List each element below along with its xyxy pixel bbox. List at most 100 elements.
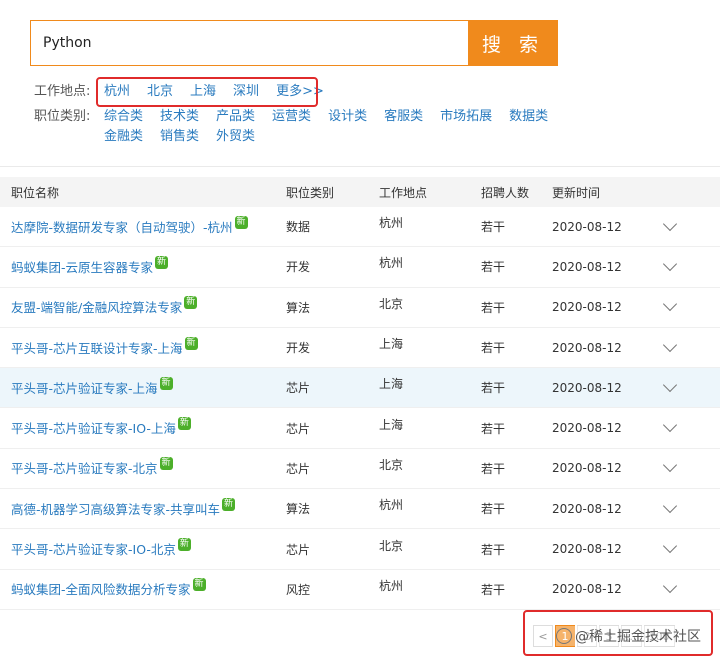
table-row[interactable]: 蚂蚁集团-云原生容器专家新开发 杭州 若干 2020-08-12 [0, 247, 720, 288]
job-title-cell: 蚂蚁集团-全面风险数据分析专家新 [11, 578, 297, 599]
job-date: 2020-08-12 [552, 259, 622, 274]
job-date: 2020-08-12 [552, 582, 622, 597]
chevron-down-icon [662, 538, 678, 554]
category-filter-label: 职位类别: [34, 109, 91, 124]
search-bar: 搜 索 [30, 20, 558, 66]
table-row[interactable]: 高德-机器学习高级算法专家-共享叫车新算法 杭州 若干 2020-08-12 [0, 489, 720, 530]
job-title-cell: 达摩院-数据研发专家（自动驾驶）-杭州新 [11, 215, 297, 237]
table-row[interactable]: 平头哥-芯片验证专家-IO-北京新芯片 北京 若干 2020-08-12 [0, 529, 720, 570]
expand-toggle[interactable] [650, 377, 690, 393]
job-category: 芯片 [286, 421, 311, 436]
job-count: 若干 [481, 542, 506, 557]
table-row[interactable]: 平头哥-芯片验证专家-北京新芯片 北京 若干 2020-08-12 [0, 449, 720, 490]
job-title-link[interactable]: 蚂蚁集团-云原生容器专家 [11, 260, 153, 275]
job-date: 2020-08-12 [552, 542, 622, 557]
chevron-down-icon [662, 216, 678, 231]
expand-toggle[interactable] [650, 256, 690, 272]
expand-toggle[interactable] [650, 538, 690, 554]
chevron-down-icon [662, 377, 678, 392]
table-row[interactable]: 平头哥-芯片互联设计专家-上海新开发 上海 若干 2020-08-12 [0, 328, 720, 369]
job-date: 2020-08-12 [552, 501, 622, 516]
job-count: 若干 [481, 502, 506, 517]
job-location: 上海 [379, 417, 404, 432]
job-title-link[interactable]: 平头哥-芯片验证专家-北京 [11, 461, 158, 476]
category-filter-row2: 金融类 销售类 外贸类 [104, 127, 272, 147]
location-highlight-box [96, 77, 318, 107]
new-badge: 新 [234, 215, 248, 229]
job-location: 杭州 [379, 578, 404, 593]
new-badge: 新 [155, 255, 169, 269]
job-title-link[interactable]: 平头哥-芯片验证专家-上海 [11, 381, 158, 396]
job-title-cell: 平头哥-芯片验证专家-IO-北京新 [11, 538, 297, 559]
table-header: 职位名称 职位类别 工作地点 招聘人数 更新时间 [0, 177, 720, 207]
expand-toggle[interactable] [650, 216, 690, 232]
expand-toggle[interactable] [650, 297, 690, 312]
job-count: 若干 [481, 300, 506, 315]
job-category: 芯片 [286, 542, 311, 557]
category-item[interactable]: 技术类 [160, 107, 199, 127]
job-category: 算法 [286, 300, 311, 315]
search-button[interactable]: 搜 索 [468, 20, 558, 66]
new-badge: 新 [192, 578, 206, 592]
job-category: 风控 [286, 582, 311, 597]
job-count: 若干 [481, 220, 506, 235]
job-location: 杭州 [379, 216, 404, 231]
job-title-link[interactable]: 平头哥-芯片互联设计专家-上海 [11, 341, 183, 356]
job-location: 北京 [379, 538, 404, 553]
job-title-cell: 平头哥-芯片验证专家-上海新 [11, 376, 297, 398]
table-row[interactable]: 平头哥-芯片验证专家-IO-上海新芯片 上海 若干 2020-08-12 [0, 408, 720, 449]
category-item[interactable]: 产品类 [216, 107, 255, 127]
new-badge: 新 [222, 497, 236, 511]
category-item[interactable]: 客服类 [384, 107, 423, 127]
job-title-link[interactable]: 平头哥-芯片验证专家-IO-北京 [11, 542, 176, 557]
job-count: 若干 [481, 381, 506, 396]
category-item[interactable]: 综合类 [104, 107, 143, 127]
new-badge: 新 [159, 376, 173, 390]
category-item[interactable]: 销售类 [160, 127, 199, 147]
job-location: 上海 [379, 337, 404, 352]
category-item[interactable]: 运营类 [272, 107, 311, 127]
category-item[interactable]: 数据类 [509, 107, 548, 127]
pagination-highlight-box [523, 610, 713, 656]
expand-toggle[interactable] [650, 458, 690, 473]
expand-toggle[interactable] [650, 498, 690, 514]
job-date: 2020-08-12 [552, 421, 622, 436]
new-badge: 新 [177, 417, 191, 431]
job-title-link[interactable]: 高德-机器学习高级算法专家-共享叫车 [11, 502, 220, 517]
chevron-down-icon [662, 418, 678, 433]
job-category: 开发 [286, 260, 311, 275]
chevron-down-icon [662, 256, 678, 272]
category-item[interactable]: 金融类 [104, 127, 143, 147]
header-count: 招聘人数 [481, 185, 530, 200]
search-input[interactable] [30, 20, 468, 66]
table-row[interactable]: 平头哥-芯片验证专家-上海新芯片 上海 若干 2020-08-12 [0, 368, 720, 409]
job-date: 2020-08-12 [552, 461, 622, 476]
new-badge: 新 [184, 296, 198, 310]
job-date: 2020-08-12 [552, 219, 622, 234]
category-item[interactable]: 设计类 [328, 107, 367, 127]
new-badge: 新 [159, 457, 173, 471]
job-count: 若干 [481, 461, 506, 476]
job-title-cell: 平头哥-芯片互联设计专家-上海新 [11, 336, 297, 358]
expand-toggle[interactable] [650, 337, 690, 353]
chevron-down-icon [662, 297, 678, 312]
category-item[interactable]: 市场拓展 [440, 107, 492, 127]
job-date: 2020-08-12 [552, 340, 622, 355]
category-item[interactable]: 外贸类 [216, 127, 255, 147]
job-title-cell: 蚂蚁集团-云原生容器专家新 [11, 255, 297, 277]
table-row[interactable]: 达摩院-数据研发专家（自动驾驶）-杭州新数据 杭州 若干 2020-08-12 [0, 207, 720, 248]
job-title-cell: 高德-机器学习高级算法专家-共享叫车新 [11, 497, 297, 519]
job-date: 2020-08-12 [552, 380, 622, 395]
job-title-cell: 友盟-端智能/金融风控算法专家新 [11, 296, 297, 317]
new-badge: 新 [184, 336, 198, 350]
job-title-link[interactable]: 平头哥-芯片验证专家-IO-上海 [11, 421, 176, 436]
job-title-link[interactable]: 蚂蚁集团-全面风险数据分析专家 [11, 582, 191, 597]
job-title-link[interactable]: 达摩院-数据研发专家（自动驾驶）-杭州 [11, 220, 233, 235]
chevron-down-icon [662, 458, 678, 473]
table-row[interactable]: 友盟-端智能/金融风控算法专家新算法 北京 若干 2020-08-12 [0, 288, 720, 328]
job-location: 上海 [379, 377, 404, 392]
table-row[interactable]: 蚂蚁集团-全面风险数据分析专家新风控 杭州 若干 2020-08-12 [0, 570, 720, 610]
job-title-link[interactable]: 友盟-端智能/金融风控算法专家 [11, 300, 182, 315]
expand-toggle[interactable] [650, 579, 690, 594]
expand-toggle[interactable] [650, 418, 690, 433]
